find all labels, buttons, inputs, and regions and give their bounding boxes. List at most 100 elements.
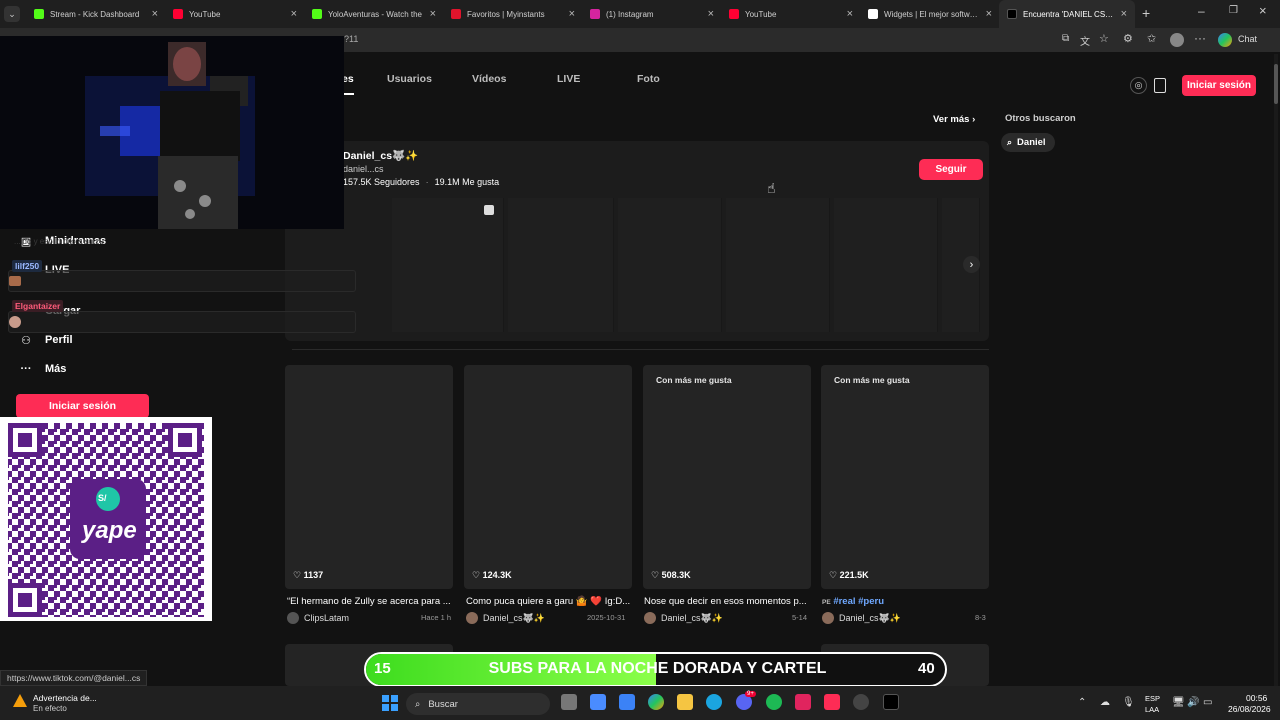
edge-icon[interactable] (706, 694, 722, 710)
tab-users[interactable]: Usuarios (387, 73, 432, 85)
taskbar-search[interactable]: ⌕ Buscar (406, 693, 550, 715)
chat-overlay-row (8, 311, 356, 333)
extensions-icon[interactable]: ⚙ (1123, 32, 1133, 45)
user-video-thumb[interactable] (508, 198, 614, 332)
notepad-icon[interactable] (590, 694, 606, 710)
follow-button[interactable]: Seguir (919, 159, 983, 180)
login-button[interactable]: Iniciar sesión (1182, 75, 1256, 96)
heart-icon: ♡ (829, 570, 838, 580)
new-tab-icon[interactable]: + (1142, 5, 1150, 21)
youtube-icon (729, 9, 739, 19)
clock-time[interactable]: 00:56 (1246, 693, 1267, 703)
tab-live[interactable]: LIVE (557, 73, 580, 85)
close-icon[interactable]: × (152, 8, 158, 20)
restore-icon[interactable]: ❐ (1229, 5, 1238, 16)
video-title[interactable]: Nose que decir en esos momentos p... (644, 596, 807, 607)
keyboard-layout[interactable]: LAA (1145, 705, 1159, 714)
video-title[interactable]: “El hermano de Zully se acerca para ... (287, 596, 451, 607)
video-author[interactable]: Daniel_cs🐺✨ (822, 612, 901, 624)
video-card[interactable]: Con más me gusta ♡ 508.3K (643, 365, 811, 589)
tiktok-app-icon[interactable] (883, 694, 899, 710)
close-icon[interactable]: × (430, 8, 436, 20)
search-chip-daniel[interactable]: ⌕ Daniel (1001, 133, 1055, 152)
microphone-icon[interactable]: 🎙 (1122, 697, 1135, 708)
close-icon[interactable]: × (986, 8, 992, 20)
see-more-link[interactable]: Ver más › (933, 114, 975, 125)
file-explorer-icon[interactable] (677, 694, 693, 710)
copilot-icon[interactable] (1218, 33, 1232, 47)
minimize-icon[interactable]: – (1198, 4, 1205, 18)
windows-start-icon[interactable] (382, 695, 398, 711)
tab-widgets[interactable]: Widgets | El mejor software × (860, 0, 1000, 28)
scrollbar-thumb[interactable] (1274, 64, 1278, 104)
compass-icon[interactable]: ◎ (1130, 77, 1147, 94)
hashtags: #real #peru (833, 596, 885, 607)
network-icon[interactable]: 🖥 (1172, 697, 1185, 708)
tab-tiktok-active[interactable]: Encuentra 'DANIEL CS' en Ti × (999, 0, 1135, 28)
tray-chevron-icon[interactable]: ⌃ (1078, 697, 1086, 708)
streaming-app-icon[interactable] (795, 694, 811, 710)
close-icon[interactable]: × (1121, 8, 1127, 20)
chat-avatar (9, 276, 21, 286)
obs-icon[interactable] (853, 694, 869, 710)
store-icon[interactable] (619, 694, 635, 710)
profile-avatar[interactable] (1170, 33, 1184, 47)
mobile-app-icon[interactable] (1154, 78, 1166, 93)
volume-icon[interactable]: 🔊 (1187, 697, 1199, 708)
more-menu-icon[interactable]: ··· (1194, 31, 1206, 45)
copilot-app-icon[interactable] (648, 694, 664, 710)
video-card[interactable]: ♡ 124.3K (464, 365, 632, 589)
user-video-thumb[interactable] (834, 198, 938, 332)
battery-icon[interactable]: ▭ (1203, 697, 1212, 708)
carousel-next-icon[interactable]: › (963, 256, 980, 273)
tiktok-live-icon[interactable] (824, 694, 840, 710)
tab-youtube-2[interactable]: YouTube × (721, 0, 861, 28)
video-card[interactable]: ♡ 1137 (285, 365, 453, 589)
video-title[interactable]: Como puca quiere a garu 🤷 ❤️ Ig:D... (466, 596, 630, 607)
tab-instagram[interactable]: (1) Instagram × (582, 0, 722, 28)
favorite-star-icon[interactable]: ☆ (1099, 32, 1109, 45)
avatar (466, 612, 478, 624)
close-icon[interactable]: × (708, 8, 714, 20)
translate-icon[interactable]: 文 (1080, 33, 1090, 48)
tab-photo[interactable]: Foto (637, 73, 660, 85)
alert-title[interactable]: Advertencia de... (33, 693, 97, 703)
collections-icon[interactable]: ✩ (1147, 32, 1156, 45)
close-icon[interactable]: × (569, 8, 575, 20)
tab-yoloaventuras[interactable]: YoloAventuras - Watch the × (304, 0, 444, 28)
tab-search-icon[interactable]: ⌄ (4, 6, 20, 22)
window-close-icon[interactable]: × (1259, 3, 1267, 18)
tab-youtube[interactable]: YouTube × (165, 0, 305, 28)
video-title[interactable]: PE #real #peru (822, 596, 884, 607)
more-dots-icon: ··· (20, 363, 32, 375)
onedrive-icon[interactable]: ☁ (1100, 697, 1110, 708)
video-author[interactable]: Daniel_cs🐺✨ (466, 612, 545, 624)
tab-myinstants[interactable]: Favoritos | Myinstants × (443, 0, 583, 28)
task-view-icon[interactable] (561, 694, 577, 710)
sidebar-login-button[interactable]: Iniciar sesión (16, 394, 149, 418)
chat-label[interactable]: Chat (1238, 34, 1257, 44)
close-icon[interactable]: × (291, 8, 297, 20)
tab-videos[interactable]: Vídeos (472, 73, 506, 85)
sidebar-item-more[interactable]: ··· Más (18, 361, 67, 377)
tab-kick-dashboard[interactable]: Stream - Kick Dashboard × (26, 0, 166, 28)
user-video-thumb[interactable] (392, 198, 504, 332)
sidebar-item-profile[interactable]: ⚇ Perfil (18, 332, 72, 348)
video-card[interactable]: Con más me gusta ♡ 221.5K (821, 365, 989, 589)
status-url-bar: https://www.tiktok.com/@daniel...cs (0, 670, 148, 686)
open-in-app-icon[interactable]: ⧉ (1062, 33, 1069, 44)
likes-value: 221.5K (839, 570, 869, 580)
video-date: 8-3 (975, 613, 986, 622)
video-author[interactable]: Daniel_cs🐺✨ (644, 612, 723, 624)
clock-date[interactable]: 26/08/2026 (1228, 704, 1271, 714)
user-video-thumb[interactable] (618, 198, 722, 332)
language-code[interactable]: ESP (1145, 694, 1160, 703)
see-more-label: Ver más (933, 114, 970, 125)
address-bar-text[interactable]: ?11 (344, 34, 358, 44)
video-author[interactable]: ClipsLatam (287, 612, 349, 624)
scrollbar[interactable] (1274, 54, 1278, 686)
spotify-icon[interactable] (766, 694, 782, 710)
close-icon[interactable]: × (847, 8, 853, 20)
user-video-thumb[interactable] (726, 198, 830, 332)
user-name[interactable]: Daniel_cs🐺✨ (343, 149, 418, 162)
